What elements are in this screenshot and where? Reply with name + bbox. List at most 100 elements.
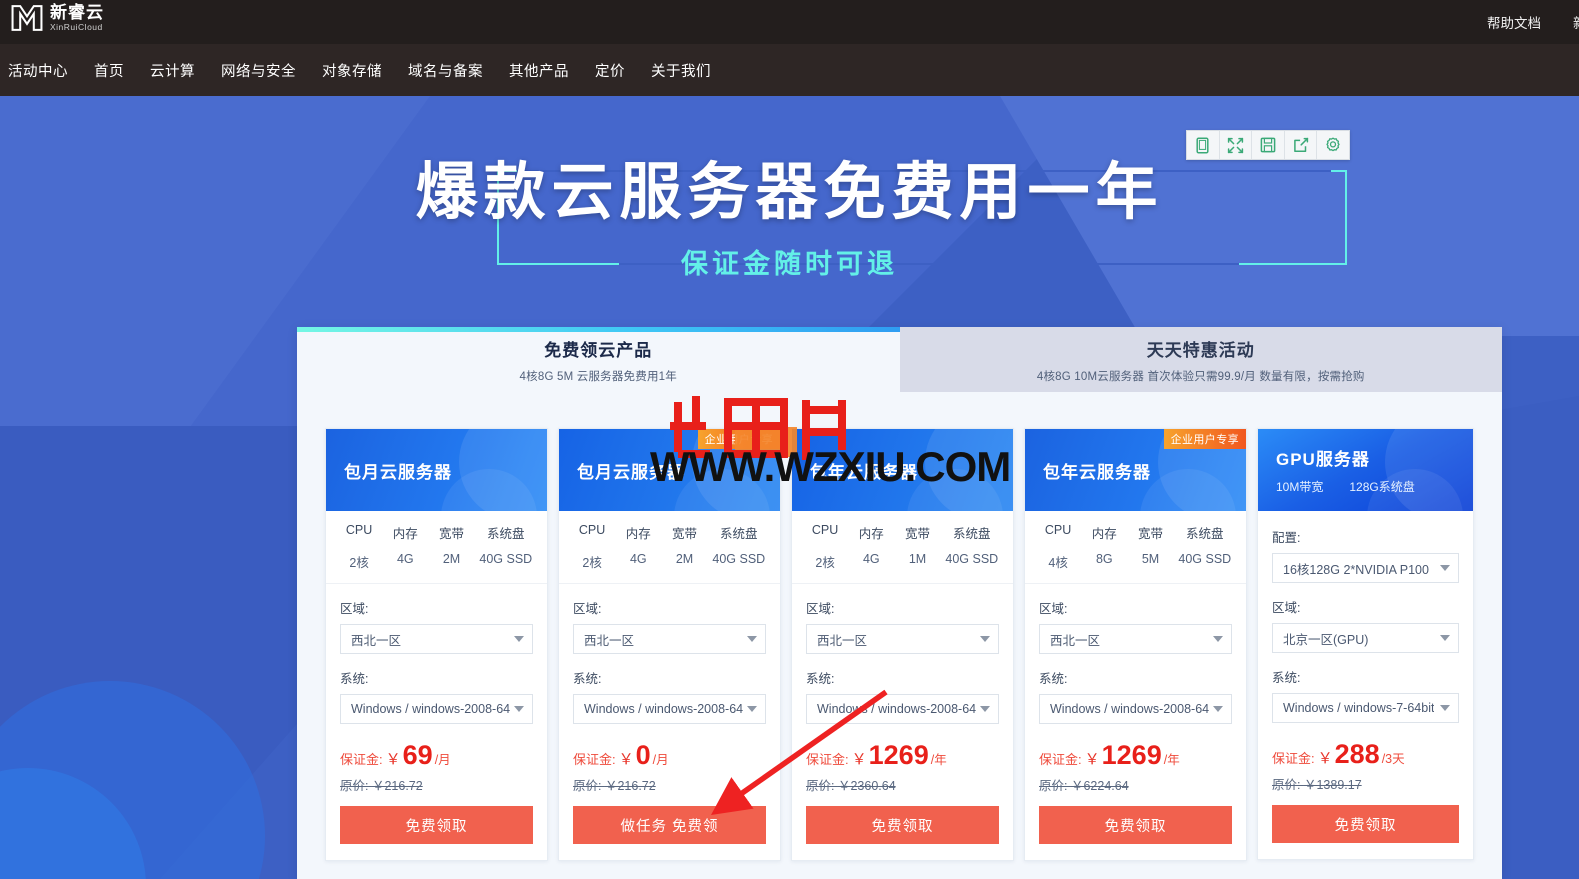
region-select[interactable]: 西北一区 (1039, 624, 1232, 654)
spec-header-memory: 内存 (858, 527, 884, 541)
region-select-value: 西北一区 (584, 633, 635, 648)
original-price-value: ￥216.72 (371, 779, 423, 793)
deposit-label: 保证金: (806, 752, 849, 767)
topbar-link-help-doc[interactable]: 帮助文档 (1471, 12, 1557, 32)
spec-value-row: 4核 8G 5M 40G SSD (1035, 552, 1236, 571)
claim-button[interactable]: 免费领取 (340, 806, 533, 844)
claim-button[interactable]: 免费领取 (1039, 806, 1232, 844)
card-header: GPU服务器 10M带宽 128G系统盘 (1258, 429, 1473, 511)
system-select-value: Windows / windows-7-64bit (1283, 701, 1435, 715)
card-title: 包月云服务器 (577, 462, 685, 482)
nav-item-domain-icp[interactable]: 域名与备案 (395, 60, 496, 81)
tab-daily-deals[interactable]: 天天特惠活动 4核8G 10M云服务器 首次体验只需99.9/月 数量有限，按需… (899, 327, 1502, 392)
nav-item-home[interactable]: 首页 (81, 60, 137, 81)
nav-item-network-security[interactable]: 网络与安全 (208, 60, 309, 81)
region-field: 区域: 西北一区 (559, 598, 780, 654)
chevron-down-icon (1440, 635, 1450, 641)
spec-header-cpu: CPU (1044, 523, 1072, 537)
system-select[interactable]: Windows / windows-2008-64 (1039, 694, 1232, 724)
region-select-value: 北京一区(GPU) (1283, 632, 1369, 647)
gpu-disk: 128G系统盘 (1349, 480, 1415, 494)
nav-item-other-products[interactable]: 其他产品 (496, 60, 582, 81)
deposit-amount: 288 (1334, 739, 1380, 769)
panel-tabs: 免费领云产品 4核8G 5M 云服务器免费用1年 天天特惠活动 4核8G 10M… (297, 327, 1502, 392)
deposit-price: 保证金: ￥ 69 /月 (326, 742, 547, 769)
system-label: 系统: (340, 672, 369, 686)
card-spec-table: CPU 内存 宽带 系统盘 4核 8G 5M 40G SSD (1025, 511, 1246, 584)
spec-header-bandwidth: 宽带 (905, 527, 931, 541)
system-select[interactable]: Windows / windows-2008-64 (806, 694, 999, 724)
region-select-value: 西北一区 (1050, 633, 1101, 648)
nav-item-about-us[interactable]: 关于我们 (638, 60, 724, 81)
nav-item-object-storage[interactable]: 对象存储 (309, 60, 395, 81)
original-price-label: 原价: (1039, 779, 1068, 793)
spec-header-row: CPU 内存 宽带 系统盘 (1035, 523, 1236, 542)
spec-value-disk: 40G SSD (712, 552, 766, 566)
nav-item-cloud-computing[interactable]: 云计算 (137, 60, 208, 81)
original-price-value: ￥6224.64 (1070, 779, 1129, 793)
config-field: 配置: 16核128G 2*NVIDIA P100 (1258, 527, 1473, 583)
card-title: GPU服务器 (1276, 450, 1370, 469)
product-card[interactable]: 包月云服务器 CPU 内存 宽带 系统盘 2核 4G 2M 40G SSD 区域… (325, 428, 548, 861)
product-card[interactable]: 企业用户专享 包月云服务器 CPU 内存 宽带 系统盘 2核 4G 2M 40G… (558, 428, 781, 861)
product-card[interactable]: 包年云服务器 CPU 内存 宽带 系统盘 2核 4G 1M 40G SSD 区域… (791, 428, 1014, 861)
spec-header-cpu: CPU (345, 523, 373, 537)
claim-button[interactable]: 免费领取 (1272, 805, 1459, 843)
nav-item-pricing[interactable]: 定价 (582, 60, 638, 81)
share-export-button[interactable] (1285, 131, 1318, 159)
currency-symbol: ￥ (851, 751, 867, 768)
system-select[interactable]: Windows / windows-7-64bit (1272, 693, 1459, 723)
config-label: 配置: (1272, 531, 1301, 545)
card-title: 包年云服务器 (1043, 462, 1151, 482)
fullscreen-expand-button[interactable] (1220, 131, 1253, 159)
region-label: 区域: (1272, 601, 1301, 615)
product-card-gpu[interactable]: GPU服务器 10M带宽 128G系统盘 配置: 16核128G 2*NVIDI… (1257, 428, 1474, 860)
tab-title: 天天特惠活动 (1146, 340, 1255, 360)
tab-subtitle: 4核8G 10M云服务器 首次体验只需99.9/月 数量有限，按需抢购 (1036, 370, 1365, 383)
brand-logo[interactable]: 新睿云 XinRuiCloud (10, 3, 104, 33)
tab-free-cloud-products[interactable]: 免费领云产品 4核8G 5M 云服务器免费用1年 (297, 327, 900, 392)
system-label: 系统: (806, 672, 835, 686)
system-select-value: Windows / windows-2008-64 (351, 702, 510, 716)
topbar-link-new[interactable]: 新 (1557, 12, 1579, 32)
product-card[interactable]: 企业用户专享 包年云服务器 CPU 内存 宽带 系统盘 4核 8G 5M 40G… (1024, 428, 1247, 861)
system-select[interactable]: Windows / windows-2008-64 (340, 694, 533, 724)
system-select-value: Windows / windows-2008-64 (817, 702, 976, 716)
original-price-label: 原价: (1272, 778, 1301, 792)
chevron-down-icon (747, 706, 757, 712)
save-button[interactable] (1252, 131, 1285, 159)
region-select[interactable]: 西北一区 (573, 624, 766, 654)
fullscreen-expand-icon (1227, 137, 1244, 153)
mobile-preview-button[interactable] (1187, 131, 1220, 159)
system-select-value: Windows / windows-2008-64 (584, 702, 743, 716)
page-root: 爆款云服务器免费用一年 保证金随时可退 新睿云 XinRuiCloud 帮助文档… (0, 0, 1579, 879)
region-select[interactable]: 西北一区 (806, 624, 999, 654)
claim-button[interactable]: 免费领取 (806, 806, 999, 844)
deposit-unit: /年 (930, 753, 947, 767)
promo-panel: 免费领云产品 4核8G 5M 云服务器免费用1年 天天特惠活动 4核8G 10M… (297, 327, 1502, 879)
spec-header-memory: 内存 (1091, 527, 1117, 541)
spec-value-memory: 8G (1095, 552, 1113, 566)
deposit-label: 保证金: (573, 752, 616, 767)
region-field: 区域: 西北一区 (792, 598, 1013, 654)
deposit-price: 保证金: ￥ 1269 /年 (792, 742, 1013, 769)
system-select[interactable]: Windows / windows-2008-64 (573, 694, 766, 724)
config-select[interactable]: 16核128G 2*NVIDIA P100 (1272, 553, 1459, 583)
card-title: 包月云服务器 (344, 462, 452, 482)
do-task-claim-button[interactable]: 做任务 免费领 (573, 806, 766, 844)
spec-header-row: CPU 内存 宽带 系统盘 (802, 523, 1003, 542)
card-header: 企业用户专享 包年云服务器 (1025, 429, 1246, 511)
deposit-price: 保证金: ￥ 1269 /年 (1025, 742, 1246, 769)
settings-button[interactable] (1317, 131, 1349, 159)
currency-symbol: ￥ (1084, 751, 1100, 768)
nav-item-activity-center[interactable]: 活动中心 (0, 60, 81, 81)
system-field: 系统: Windows / windows-2008-64 (326, 668, 547, 724)
spec-value-disk: 40G SSD (1178, 552, 1232, 566)
spec-header-cpu: CPU (578, 523, 606, 537)
card-spec-table: CPU 内存 宽带 系统盘 2核 4G 2M 40G SSD (326, 511, 547, 584)
top-bar-links: 帮助文档 新 (1471, 0, 1579, 44)
region-select[interactable]: 北京一区(GPU) (1272, 623, 1459, 653)
region-select[interactable]: 西北一区 (340, 624, 533, 654)
original-price-value: ￥216.72 (604, 779, 656, 793)
chevron-down-icon (980, 636, 990, 642)
